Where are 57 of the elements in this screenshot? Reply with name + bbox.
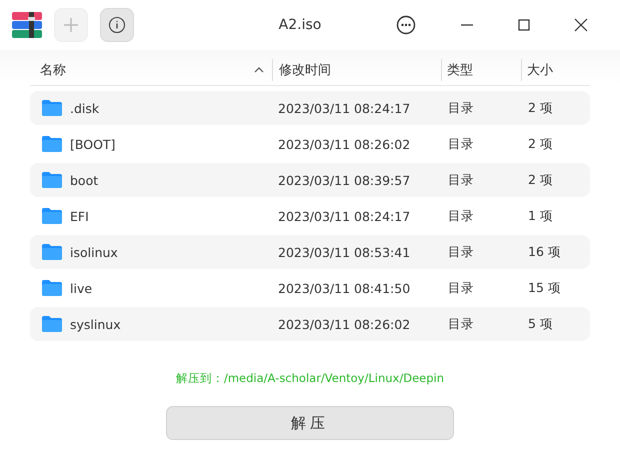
file-type: 目录 <box>448 208 474 222</box>
maximize-icon[interactable] <box>518 19 530 31</box>
column-header[interactable]: 类型 <box>447 61 473 79</box>
file-name: isolinux <box>70 244 118 260</box>
info-button[interactable] <box>100 8 134 42</box>
app-logo-icon <box>12 12 42 38</box>
sort-caret-icon[interactable] <box>254 67 264 73</box>
file-row[interactable]: live 2023/03/11 08:41:50 目录 15 项 <box>30 271 590 305</box>
extract-path: 解压到：/media/A-scholar/Ventoy/Linux/Deepin <box>176 371 444 386</box>
item-count: 5 项 <box>528 316 553 330</box>
column-header[interactable]: 修改时间 <box>279 61 331 79</box>
modified-time: 2023/03/11 08:39:57 <box>278 172 410 188</box>
info-icon <box>108 16 126 34</box>
folder-icon <box>41 315 63 333</box>
file-name: live <box>70 280 92 296</box>
more-options-icon[interactable] <box>396 15 416 35</box>
extract-button[interactable]: 解压 <box>166 406 454 440</box>
folder-icon <box>41 99 63 117</box>
item-count: 2 项 <box>528 172 553 186</box>
file-row[interactable]: isolinux 2023/03/11 08:53:41 目录 16 项 <box>30 235 590 269</box>
modified-time: 2023/03/11 08:24:17 <box>278 208 410 224</box>
item-count: 2 项 <box>528 100 553 114</box>
file-type: 目录 <box>448 100 474 114</box>
file-type: 目录 <box>448 280 474 294</box>
item-count: 1 项 <box>528 208 553 222</box>
modified-time: 2023/03/11 08:41:50 <box>278 280 410 296</box>
item-count: 15 项 <box>528 280 561 294</box>
file-row[interactable]: boot 2023/03/11 08:39:57 目录 2 项 <box>30 163 590 197</box>
file-name: syslinux <box>70 316 121 332</box>
folder-icon <box>41 279 63 297</box>
folder-icon <box>41 135 63 153</box>
file-row[interactable]: .disk 2023/03/11 08:24:17 目录 2 项 <box>30 91 590 125</box>
modified-time: 2023/03/11 08:53:41 <box>278 244 410 260</box>
column-header[interactable]: 大小 <box>527 61 553 79</box>
modified-time: 2023/03/11 08:26:02 <box>278 136 410 152</box>
file-row[interactable]: [BOOT] 2023/03/11 08:26:02 目录 2 项 <box>30 127 590 161</box>
file-type: 目录 <box>448 316 474 330</box>
file-name: EFI <box>70 208 89 224</box>
file-row[interactable]: EFI 2023/03/11 08:24:17 目录 1 项 <box>30 199 590 233</box>
close-icon[interactable] <box>574 18 588 32</box>
file-type: 目录 <box>448 244 474 258</box>
item-count: 16 项 <box>528 244 561 258</box>
folder-icon <box>41 207 63 225</box>
folder-icon <box>41 243 63 261</box>
file-type: 目录 <box>448 136 474 150</box>
file-row[interactable]: syslinux 2023/03/11 08:26:02 目录 5 项 <box>30 307 590 341</box>
file-name: [BOOT] <box>70 136 116 152</box>
file-type: 目录 <box>448 172 474 186</box>
file-name: boot <box>70 172 98 188</box>
file-name: .disk <box>70 100 100 116</box>
folder-icon <box>41 171 63 189</box>
item-count: 2 项 <box>528 136 553 150</box>
plus-icon <box>62 16 80 34</box>
modified-time: 2023/03/11 08:24:17 <box>278 100 410 116</box>
window-title: A2.iso <box>278 17 322 33</box>
column-header[interactable]: 名称 <box>40 61 66 79</box>
modified-time: 2023/03/11 08:26:02 <box>278 316 410 332</box>
